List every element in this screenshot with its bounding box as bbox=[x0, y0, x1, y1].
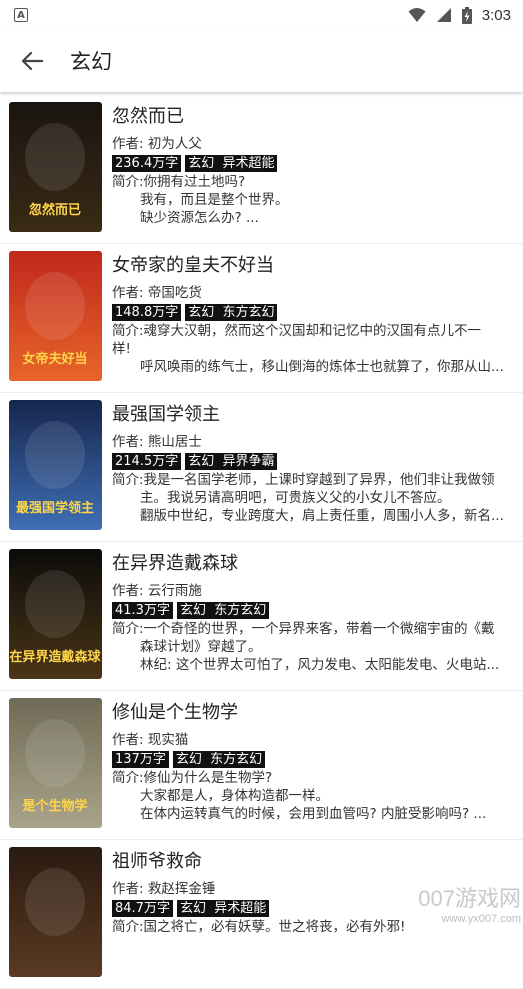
book-title: 修仙是个生物学 bbox=[112, 702, 238, 723]
book-intro: 简介:我是一名国学老师，上课时穿越到了异界，他们非让我做领 主。我说另请高明吧，… bbox=[112, 471, 513, 525]
intro-line: 在体内运转真气的时候，会用到血管吗? 内脏受影响吗? ... bbox=[140, 806, 487, 822]
book-cover-image: 女帝夫好当 bbox=[9, 251, 102, 381]
word-count-badge: 236.4万字 bbox=[112, 155, 182, 172]
arrow-back-icon bbox=[21, 51, 43, 71]
genre-badge: 玄幻 异界争霸 bbox=[185, 453, 278, 470]
status-bar: A 3:03 bbox=[0, 0, 523, 30]
book-list-item[interactable]: 忽然而已 忽然而已 作者: 初为人父 236.4万字 玄幻 异术超能 简介:你拥… bbox=[0, 95, 523, 244]
genre-badge: 玄幻 异术超能 bbox=[185, 155, 278, 172]
intro-line: 缺少资源怎么办? ... bbox=[140, 210, 259, 226]
intro-line: 样! bbox=[112, 341, 131, 357]
book-cover-image: 忽然而已 bbox=[9, 102, 102, 232]
intro-line: 简介:修仙为什么是生物学? bbox=[112, 770, 273, 786]
app-notification-icon: A bbox=[14, 8, 28, 22]
book-intro: 简介:一个奇怪的世界，一个异界来客，带着一个微缩宇宙的《戴 森球计划》穿越了。 … bbox=[112, 620, 513, 674]
book-list: 忽然而已 忽然而已 作者: 初为人父 236.4万字 玄幻 异术超能 简介:你拥… bbox=[0, 95, 523, 989]
book-title: 祖师爷救命 bbox=[112, 851, 202, 872]
genre-badge: 玄幻 东方玄幻 bbox=[176, 602, 270, 619]
intro-line: 翻版中世纪，专业跨度大，肩上责任重，周围小人多，新名... bbox=[140, 508, 504, 524]
watermark: 007游戏网 www.yx007.com bbox=[401, 881, 521, 925]
book-title: 在异界造戴森球 bbox=[112, 553, 238, 574]
intro-line: 大家都是人，身体构造都一样。 bbox=[140, 788, 329, 804]
genre-badge: 玄幻 东方玄幻 bbox=[185, 304, 278, 321]
book-title: 最强国学领主 bbox=[112, 404, 220, 425]
battery-charging-icon bbox=[461, 6, 472, 24]
word-count-badge: 137万字 bbox=[112, 751, 169, 768]
wifi-icon bbox=[408, 8, 426, 22]
book-cover-image: 最强国学领主 bbox=[9, 400, 102, 530]
book-cover-image bbox=[9, 847, 102, 977]
book-list-item[interactable]: 女帝夫好当 女帝家的皇夫不好当 作者: 帝国吃货 148.8万字 玄幻 东方玄幻… bbox=[0, 244, 523, 393]
book-intro: 简介:你拥有过土地吗? 我有，而且是整个世界。 缺少资源怎么办? ... bbox=[112, 173, 513, 227]
word-count-badge: 84.7万字 bbox=[112, 900, 173, 917]
book-author: 作者: 熊山居士 bbox=[112, 434, 202, 450]
back-button[interactable] bbox=[0, 30, 64, 92]
book-intro: 简介:修仙为什么是生物学? 大家都是人，身体构造都一样。 在体内运转真气的时候，… bbox=[112, 769, 513, 823]
word-count-badge: 214.5万字 bbox=[112, 453, 182, 470]
intro-line: 林纪: 这个世界太可怕了，风力发电、太阳能发电、火电站... bbox=[140, 657, 500, 673]
page-title: 玄幻 bbox=[70, 50, 112, 74]
intro-line: 简介:一个奇怪的世界，一个异界来客，带着一个微缩宇宙的《戴 bbox=[112, 621, 495, 637]
book-cover-text: 是个生物学 bbox=[21, 798, 87, 814]
book-title: 忽然而已 bbox=[112, 106, 184, 127]
intro-line: 简介:魂穿大汉朝，然而这个汉国却和记忆中的汉国有点儿不一 bbox=[112, 323, 482, 339]
genre-badge: 玄幻 异术超能 bbox=[176, 900, 270, 917]
app-bar: 玄幻 bbox=[0, 30, 523, 92]
book-title: 女帝家的皇夫不好当 bbox=[112, 255, 274, 276]
book-list-item[interactable]: 在异界造戴森球 在异界造戴森球 作者: 云行雨施 41.3万字 玄幻 东方玄幻 … bbox=[0, 542, 523, 691]
book-author: 作者: 云行雨施 bbox=[112, 583, 202, 599]
genre-badge: 玄幻 东方玄幻 bbox=[172, 751, 266, 768]
book-cover-text: 最强国学领主 bbox=[16, 500, 94, 516]
intro-line: 简介:你拥有过土地吗? bbox=[112, 174, 246, 190]
book-author: 作者: 现实猫 bbox=[112, 732, 189, 748]
word-count-badge: 148.8万字 bbox=[112, 304, 182, 321]
word-count-badge: 41.3万字 bbox=[112, 602, 173, 619]
book-intro: 简介:魂穿大汉朝，然而这个汉国却和记忆中的汉国有点儿不一 样! 呼风唤雨的练气士… bbox=[112, 322, 513, 376]
status-time: 3:03 bbox=[481, 6, 511, 24]
book-cover-text: 忽然而已 bbox=[29, 202, 81, 218]
book-cover-text: 在异界造戴森球 bbox=[9, 649, 101, 665]
intro-line: 主。我说另请高明吧，可贵族义父的小女儿不答应。 bbox=[140, 490, 451, 506]
watermark-url: www.yx007.com bbox=[441, 913, 521, 925]
signal-icon bbox=[436, 8, 451, 22]
book-author: 作者: 初为人父 bbox=[112, 136, 202, 152]
book-list-item[interactable]: 是个生物学 修仙是个生物学 作者: 现实猫 137万字 玄幻 东方玄幻 简介:修… bbox=[0, 691, 523, 840]
intro-line: 森球计划》穿越了。 bbox=[140, 639, 262, 655]
intro-line: 我有，而且是整个世界。 bbox=[140, 192, 289, 208]
watermark-title: 007游戏网 bbox=[418, 886, 521, 911]
book-author: 作者: 帝国吃货 bbox=[112, 285, 202, 301]
intro-line: 呼风唤雨的练气士，移山倒海的炼体士也就算了，你那从山... bbox=[140, 359, 504, 375]
book-cover-text: 女帝夫好当 bbox=[22, 351, 87, 367]
book-cover-image: 是个生物学 bbox=[9, 698, 102, 828]
book-list-item[interactable]: 最强国学领主 最强国学领主 作者: 熊山居士 214.5万字 玄幻 异界争霸 简… bbox=[0, 393, 523, 542]
book-cover-image: 在异界造戴森球 bbox=[9, 549, 102, 679]
intro-line: 简介:我是一名国学老师，上课时穿越到了异界，他们非让我做领 bbox=[112, 472, 495, 488]
